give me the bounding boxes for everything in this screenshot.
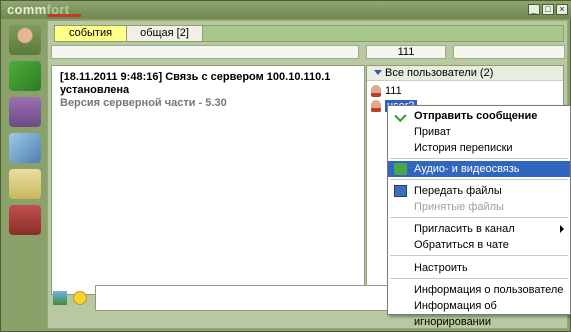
sidebar — [5, 21, 45, 235]
submenu-arrow-icon — [560, 225, 564, 233]
tools-icon[interactable] — [9, 133, 41, 163]
menu-invite-channel[interactable]: Пригласить в канал — [388, 221, 570, 237]
menu-configure[interactable]: Настроить — [388, 260, 570, 276]
connect-icon[interactable] — [9, 61, 41, 91]
title-bar[interactable]: commfort _ □ × — [1, 1, 571, 19]
app-window: commfort _ □ × события общая [2] 111 [18… — [0, 0, 571, 332]
extra-field — [453, 45, 565, 59]
smiley-icon[interactable] — [73, 291, 87, 305]
tab-bar: события общая [2] — [54, 25, 564, 42]
menu-separator — [390, 179, 568, 180]
exit-door-icon[interactable] — [9, 205, 41, 235]
status-strip — [51, 45, 359, 59]
user-item[interactable]: 111 — [371, 84, 402, 98]
menu-received-files: Принятые файлы — [414, 201, 504, 213]
connection-message: [18.11.2011 9:48:16] Связь с сервером 10… — [60, 71, 331, 96]
user-icon — [371, 85, 381, 97]
server-version-message: Версия серверной части - 5.30 — [60, 97, 227, 109]
minimize-button[interactable]: _ — [528, 4, 540, 15]
menu-address-in-chat[interactable]: Обратиться в чате — [388, 237, 570, 253]
menu-audio-video[interactable]: Аудио- и видеосвязь — [388, 161, 570, 177]
menu-history[interactable]: История переписки — [388, 140, 570, 156]
notepad-icon[interactable] — [9, 169, 41, 199]
menu-separator — [390, 158, 568, 159]
av-icon — [394, 163, 407, 175]
check-icon — [394, 109, 407, 123]
user-name: 111 — [385, 85, 402, 97]
users-group-label: Все пользователи (2) — [385, 67, 494, 79]
chat-log[interactable]: [18.11.2011 9:48:16] Связь с сервером 10… — [51, 65, 365, 295]
expand-triangle-icon — [374, 70, 382, 75]
tab-general[interactable]: общая [2] — [127, 26, 203, 41]
menu-user-info[interactable]: Информация о пользователе — [388, 282, 570, 298]
monitor-icon — [394, 185, 407, 197]
user-avatar-icon[interactable] — [9, 25, 41, 55]
maximize-button[interactable]: □ — [542, 4, 554, 15]
tab-events[interactable]: события — [55, 26, 127, 41]
menu-separator — [390, 255, 568, 256]
close-button[interactable]: × — [556, 4, 568, 15]
menu-separator — [390, 217, 568, 218]
counter-field: 111 — [366, 45, 446, 59]
user-icon — [371, 100, 381, 112]
menu-ignore-info[interactable]: Информация об игнорировании — [388, 298, 570, 328]
menu-send-files[interactable]: Передать файлы — [388, 183, 570, 199]
logo-underline — [47, 14, 81, 17]
save-disk-icon[interactable] — [9, 97, 41, 127]
chat-message: [18.11.2011 9:48:16] Связь с сервером 10… — [60, 71, 346, 110]
picture-icon[interactable] — [53, 291, 67, 305]
menu-private[interactable]: Приват — [388, 124, 570, 140]
menu-send-message[interactable]: Отправить сообщение — [388, 108, 570, 124]
users-group-header[interactable]: Все пользователи (2) — [367, 66, 563, 81]
menu-separator — [390, 278, 568, 279]
context-menu: Отправить сообщение Приват История переп… — [387, 105, 571, 328]
